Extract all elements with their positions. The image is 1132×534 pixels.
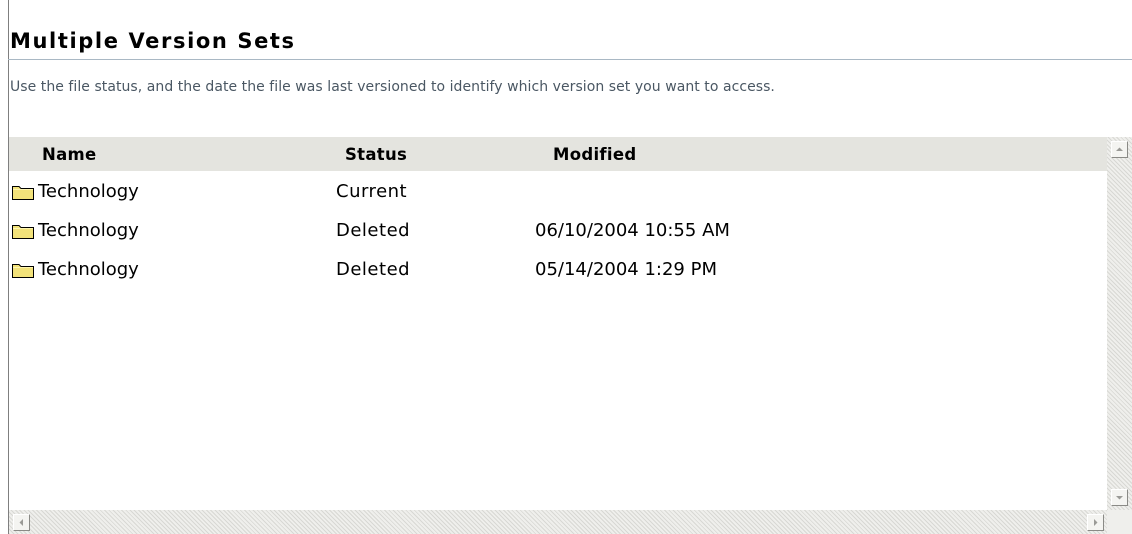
row-name: Technology <box>38 220 139 241</box>
row-modified: 06/10/2004 10:55 AM <box>535 220 730 241</box>
arrow-down-icon <box>1116 496 1123 500</box>
scroll-right-button[interactable] <box>1087 514 1104 531</box>
vertical-scrollbar[interactable] <box>1107 137 1132 510</box>
arrow-up-icon <box>1116 147 1123 151</box>
folder-icon <box>11 261 36 279</box>
row-name: Technology <box>38 181 139 202</box>
folder-icon <box>11 183 36 201</box>
row-name: Technology <box>38 259 139 280</box>
arrow-left-icon <box>19 519 23 526</box>
scroll-up-button[interactable] <box>1111 141 1128 158</box>
page-description: Use the file status, and the date the fi… <box>10 79 775 95</box>
column-header-status[interactable]: Status <box>345 144 407 166</box>
table-row[interactable]: Technology Deleted 06/10/2004 10:55 AM <box>9 212 1107 250</box>
scrollbar-corner <box>1107 510 1132 534</box>
folder-icon <box>11 222 36 240</box>
table-row[interactable]: Technology Deleted 05/14/2004 1:29 PM <box>9 251 1107 289</box>
row-modified: 05/14/2004 1:29 PM <box>535 259 717 280</box>
scroll-left-button[interactable] <box>13 514 30 531</box>
table-row[interactable]: Technology Current <box>9 173 1107 211</box>
horizontal-scrollbar[interactable] <box>9 510 1107 534</box>
column-header-name[interactable]: Name <box>42 144 97 166</box>
row-status: Deleted <box>336 220 411 241</box>
version-set-list: Name Status Modified Technology Current … <box>9 137 1132 534</box>
row-status: Current <box>336 181 408 202</box>
column-header-modified[interactable]: Modified <box>553 144 636 166</box>
row-status: Deleted <box>336 259 411 280</box>
scroll-down-button[interactable] <box>1111 489 1128 506</box>
column-header-row: Name Status Modified <box>9 137 1107 171</box>
title-divider <box>8 59 1132 60</box>
page-title: Multiple Version Sets <box>10 29 296 53</box>
arrow-right-icon <box>1094 519 1098 526</box>
